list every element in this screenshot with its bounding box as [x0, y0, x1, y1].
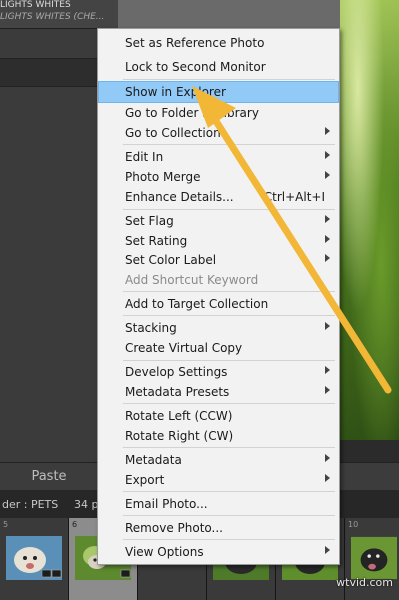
menu-item-enhance-details[interactable]: Enhance Details... Ctrl+Alt+I	[98, 186, 339, 208]
menu-divider	[123, 539, 335, 540]
panel-header[interactable]: LIGHTS WHITES LIGHTS WHITES (CHE...	[0, 0, 118, 29]
cell-number: 6	[72, 520, 78, 529]
chevron-right-icon	[325, 151, 330, 159]
menu-item-edit-in[interactable]: Edit In	[98, 146, 339, 168]
menu-item-photo-merge[interactable]: Photo Merge	[98, 166, 339, 188]
cell-number: 5	[3, 520, 9, 529]
menu-item-go-to-folder-in-library[interactable]: Go to Folder in Library	[98, 102, 339, 124]
chevron-right-icon	[325, 235, 330, 243]
menu-item-label: Rotate Left (CCW)	[125, 409, 233, 423]
panel-header-title: LIGHTS WHITES	[0, 0, 71, 10]
menu-item-create-virtual-copy[interactable]: Create Virtual Copy	[98, 337, 339, 359]
menu-item-remove-photo[interactable]: Remove Photo...	[98, 517, 339, 539]
menu-item-label: Remove Photo...	[125, 521, 223, 535]
menu-divider	[123, 144, 335, 145]
menu-item-show-in-explorer[interactable]: Show in Explorer	[98, 81, 339, 103]
chevron-right-icon	[325, 127, 330, 135]
menu-item-label: Metadata Presets	[125, 385, 230, 399]
menu-item-label: Stacking	[125, 321, 177, 335]
menu-divider	[123, 491, 335, 492]
menu-item-label: Add to Target Collection	[125, 297, 269, 311]
menu-item-label: Rotate Right (CW)	[125, 429, 234, 443]
folder-label[interactable]: der : PETS	[2, 498, 58, 511]
menu-item-label: Develop Settings	[125, 365, 228, 379]
menu-divider	[123, 315, 335, 316]
menu-item-label: Add Shortcut Keyword	[125, 273, 259, 287]
menu-item-label: Photo Merge	[125, 170, 201, 184]
menu-item-stacking[interactable]: Stacking	[98, 317, 339, 339]
menu-item-label: Lock to Second Monitor	[125, 60, 266, 74]
menu-item-label: Enhance Details...	[125, 190, 234, 204]
menu-item-label: Metadata	[125, 453, 182, 467]
thumbnail-image[interactable]	[6, 536, 62, 580]
menu-item-set-flag[interactable]: Set Flag	[98, 210, 339, 232]
menu-item-label: Email Photo...	[125, 497, 208, 511]
chevron-right-icon	[325, 454, 330, 462]
menu-item-label: Set Rating	[125, 234, 188, 248]
menu-item-label: Set as Reference Photo	[125, 36, 265, 50]
menu-divider	[123, 291, 335, 292]
menu-divider	[123, 447, 335, 448]
menu-item-label: Export	[125, 473, 165, 487]
chevron-right-icon	[325, 546, 330, 554]
watermark: wtvid.com	[336, 576, 393, 589]
chevron-right-icon	[325, 366, 330, 374]
menu-item-go-to-collection[interactable]: Go to Collection	[98, 122, 339, 144]
menu-item-email-photo[interactable]: Email Photo...	[98, 493, 339, 515]
menu-item-add-to-target-collection[interactable]: Add to Target Collection	[98, 293, 339, 315]
panel-header-subtitle: LIGHTS WHITES (CHE...	[0, 12, 105, 22]
context-menu: Set as Reference Photo Lock to Second Mo…	[97, 28, 340, 565]
menu-item-label: Go to Folder in Library	[125, 106, 259, 120]
menu-item-add-shortcut-keyword: Add Shortcut Keyword	[98, 269, 339, 291]
menu-item-view-options[interactable]: View Options	[98, 541, 339, 563]
menu-item-metadata[interactable]: Metadata	[98, 449, 339, 471]
chevron-right-icon	[325, 171, 330, 179]
menu-item-set-as-reference-photo[interactable]: Set as Reference Photo	[98, 32, 339, 54]
menu-item-label: Go to Collection	[125, 126, 221, 140]
menu-item-label: Create Virtual Copy	[125, 341, 243, 355]
menu-divider	[123, 515, 335, 516]
cell-number: 10	[348, 520, 359, 529]
filmstrip-cell[interactable]: 5	[0, 518, 69, 600]
menu-item-label: Set Color Label	[125, 253, 217, 267]
menu-divider	[123, 79, 335, 80]
menu-item-develop-settings[interactable]: Develop Settings	[98, 361, 339, 383]
thumbnail-image[interactable]	[351, 536, 397, 580]
menu-item-lock-to-second-monitor[interactable]: Lock to Second Monitor	[98, 56, 339, 78]
chevron-right-icon	[325, 215, 330, 223]
chevron-right-icon	[325, 386, 330, 394]
menu-item-label: View Options	[125, 545, 204, 559]
menu-item-label: Edit In	[125, 150, 164, 164]
menu-item-label: Set Flag	[125, 214, 174, 228]
paste-button[interactable]: Paste	[0, 463, 98, 491]
chevron-right-icon	[325, 254, 330, 262]
menu-item-label: Show in Explorer	[125, 85, 226, 99]
menu-item-export[interactable]: Export	[98, 469, 339, 491]
menu-divider	[123, 403, 335, 404]
menu-item-shortcut: Ctrl+Alt+I	[263, 190, 325, 204]
menu-item-rotate-right[interactable]: Rotate Right (CW)	[98, 425, 339, 447]
chevron-right-icon	[325, 322, 330, 330]
menu-item-set-color-label[interactable]: Set Color Label	[98, 249, 339, 271]
chevron-right-icon	[325, 474, 330, 482]
photo-preview	[340, 0, 399, 440]
menu-item-rotate-left[interactable]: Rotate Left (CCW)	[98, 405, 339, 427]
photo-count: 34 p	[74, 498, 99, 511]
menu-item-metadata-presets[interactable]: Metadata Presets	[98, 381, 339, 403]
